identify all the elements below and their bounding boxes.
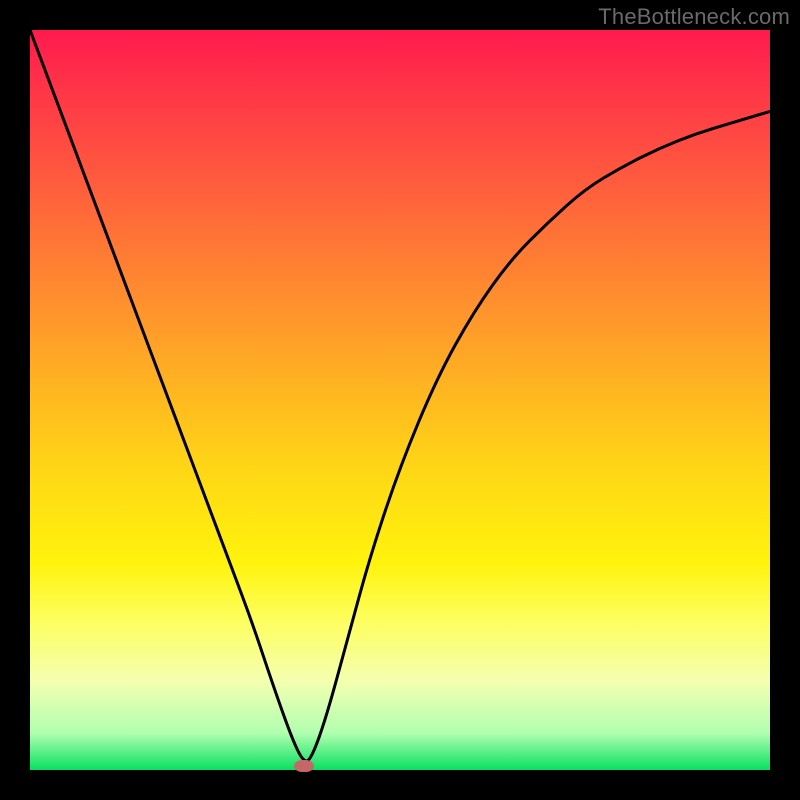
plot-area [30,30,770,770]
optimal-point-marker [294,760,314,772]
curve-path [30,30,770,761]
watermark-text: TheBottleneck.com [598,4,790,30]
chart-container: TheBottleneck.com [0,0,800,800]
bottleneck-curve [30,30,770,770]
